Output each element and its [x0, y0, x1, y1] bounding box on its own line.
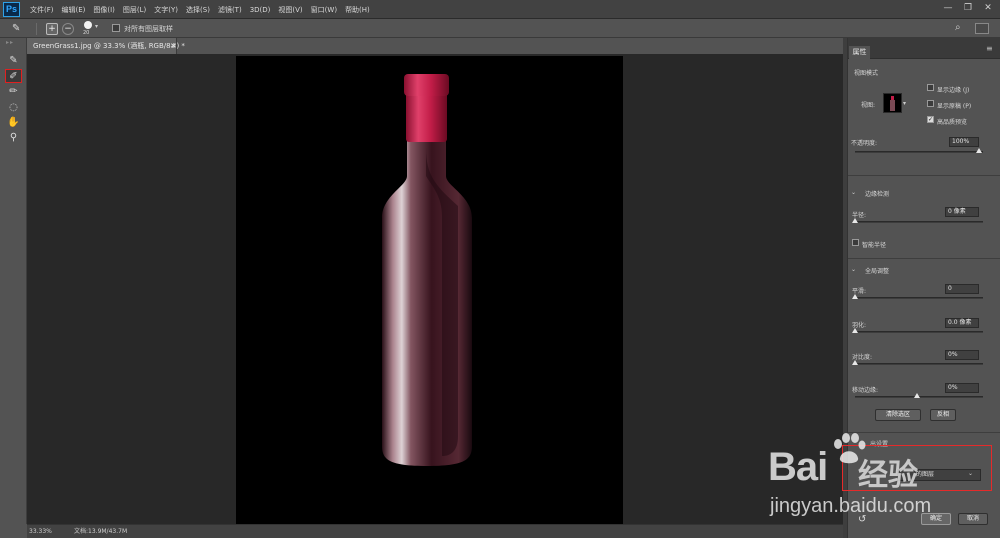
tools-panel: ▸▸ ✎ ✐ ✏ ◌ ✋ ⚲ — [0, 38, 27, 524]
smooth-slider-thumb[interactable] — [852, 294, 858, 299]
search-icon[interactable]: ⌕ — [955, 22, 961, 33]
document-tab[interactable]: GreenGrass1.jpg @ 33.3% (酒瓶, RGB/8#) * — [27, 38, 185, 54]
window-controls: — ❐ ✕ — [934, 3, 994, 14]
minimize-button[interactable]: — — [942, 3, 954, 14]
add-to-selection-icon[interactable]: + — [46, 23, 58, 35]
radius-slider-thumb[interactable] — [852, 218, 858, 223]
panel-header: 属性 ≡ — [848, 38, 1000, 59]
menu-image[interactable]: 图像(I) — [93, 5, 115, 15]
smooth-input[interactable]: 0 — [945, 284, 979, 294]
feather-slider-thumb[interactable] — [852, 328, 858, 333]
radius-input[interactable]: 0 像素 — [945, 207, 979, 217]
global-refinements-title: 全局调整 — [865, 268, 890, 275]
shift-edge-input[interactable]: 0% — [945, 383, 979, 393]
workspace-switcher-icon[interactable] — [975, 23, 989, 34]
opacity-label: 不透明度: — [851, 140, 878, 147]
section-divider — [848, 432, 1000, 433]
subtract-from-selection-icon[interactable]: − — [62, 23, 74, 35]
contrast-input[interactable]: 0% — [945, 350, 979, 360]
show-original-label: 显示原稿 (P) — [937, 103, 972, 110]
view-mode-thumbnail[interactable] — [883, 93, 902, 113]
refine-edge-brush-icon[interactable]: ✐ — [5, 69, 22, 83]
show-edge-label: 显示边缘 (J) — [937, 87, 970, 94]
menu-items: 文件(F) 编辑(E) 图像(I) 图层(L) 文字(Y) 选择(S) 滤镜(T… — [30, 0, 378, 19]
chevron-down-icon[interactable]: ⌄ — [851, 266, 856, 273]
shift-edge-label: 移动边缘: — [852, 387, 879, 394]
hq-preview-label: 高品质预览 — [937, 119, 968, 126]
menu-3d[interactable]: 3D(D) — [250, 6, 271, 14]
section-divider — [848, 258, 1000, 259]
view-mode-title: 视图模式 — [854, 70, 879, 77]
clear-selection-button[interactable]: 清除选区 — [875, 409, 921, 421]
sample-all-layers-checkbox[interactable] — [112, 24, 120, 32]
menu-view[interactable]: 视图(V) — [278, 5, 302, 15]
photoshop-logo: Ps — [3, 2, 20, 17]
show-original-checkbox[interactable] — [927, 100, 934, 107]
opacity-input[interactable]: 100% — [949, 137, 979, 147]
show-edge-checkbox[interactable] — [927, 84, 934, 91]
status-bar: 33.33% 文档:13.9M/43.7M — [27, 524, 843, 538]
brush-tool-preset-icon[interactable]: ✎ — [12, 23, 20, 34]
menu-edit[interactable]: 编辑(E) — [62, 5, 86, 15]
menu-help[interactable]: 帮助(H) — [345, 5, 370, 15]
chevron-down-icon[interactable]: ▾ — [95, 23, 98, 30]
bottle-thumbnail-icon — [890, 96, 895, 111]
brush-size-value: 20 — [83, 30, 90, 36]
edge-detection-title: 边缘检测 — [865, 191, 890, 198]
cancel-button[interactable]: 取消 — [958, 513, 988, 525]
chevron-down-icon[interactable]: ▾ — [903, 100, 906, 107]
baidu-watermark-url: jingyan.baidu.com — [770, 495, 932, 517]
section-divider — [848, 175, 1000, 176]
menu-file[interactable]: 文件(F) — [30, 5, 54, 15]
smart-radius-label: 智能半径 — [862, 242, 887, 249]
feather-input[interactable]: 0.0 像素 — [945, 318, 979, 328]
smooth-slider-track[interactable] — [855, 297, 983, 299]
baidu-watermark-jingyan: 经验 — [858, 458, 918, 493]
brush-size-preview-icon[interactable] — [84, 21, 92, 29]
menu-select[interactable]: 选择(S) — [186, 5, 210, 15]
menu-filter[interactable]: 滤镜(T) — [218, 5, 242, 15]
options-divider — [36, 23, 37, 35]
feather-slider-track[interactable] — [855, 331, 983, 333]
radius-slider-track[interactable] — [855, 221, 983, 223]
brush-icon[interactable]: ✏ — [5, 85, 22, 99]
close-tab-icon[interactable]: × — [170, 38, 177, 54]
document-canvas[interactable] — [236, 56, 623, 524]
tab-properties[interactable]: 属性 — [849, 46, 870, 59]
shift-edge-slider-thumb[interactable] — [914, 393, 920, 398]
opacity-slider-thumb[interactable] — [976, 148, 982, 153]
zoom-level[interactable]: 33.33% — [29, 525, 52, 538]
options-bar: ✎ + − 20 ▾ 对所有图层取样 ⌕ — [0, 19, 1000, 38]
hq-preview-checkbox[interactable]: ✓ — [927, 116, 934, 123]
panel-menu-icon[interactable]: ≡ — [986, 44, 993, 53]
zoom-icon[interactable]: ⚲ — [5, 131, 22, 145]
menu-layer[interactable]: 图层(L) — [123, 5, 146, 15]
contrast-slider-thumb[interactable] — [852, 360, 858, 365]
menu-bar: Ps 文件(F) 编辑(E) 图像(I) 图层(L) 文字(Y) 选择(S) 滤… — [0, 0, 1000, 19]
maximize-button[interactable]: ❐ — [962, 3, 974, 14]
hand-icon[interactable]: ✋ — [5, 116, 22, 130]
chevron-down-icon[interactable]: ⌄ — [851, 189, 856, 196]
panel-grip-icon[interactable]: ▸▸ — [6, 39, 14, 46]
menu-window[interactable]: 窗口(W) — [311, 5, 337, 15]
baidu-watermark-logo: Bai — [768, 445, 828, 489]
document-info[interactable]: 文档:13.9M/43.7M — [74, 525, 127, 538]
opacity-slider-track[interactable] — [855, 151, 983, 153]
invert-button[interactable]: 反相 — [930, 409, 956, 421]
smart-radius-checkbox[interactable] — [852, 239, 859, 246]
contrast-slider-track[interactable] — [855, 363, 983, 365]
view-label: 视图: — [861, 102, 876, 109]
menu-type[interactable]: 文字(Y) — [154, 5, 178, 15]
wine-bottle-image — [382, 74, 472, 466]
close-window-button[interactable]: ✕ — [982, 3, 994, 14]
lasso-icon[interactable]: ◌ — [5, 101, 22, 115]
quick-selection-icon[interactable]: ✎ — [5, 54, 22, 68]
sample-all-layers-label: 对所有图层取样 — [124, 25, 173, 33]
